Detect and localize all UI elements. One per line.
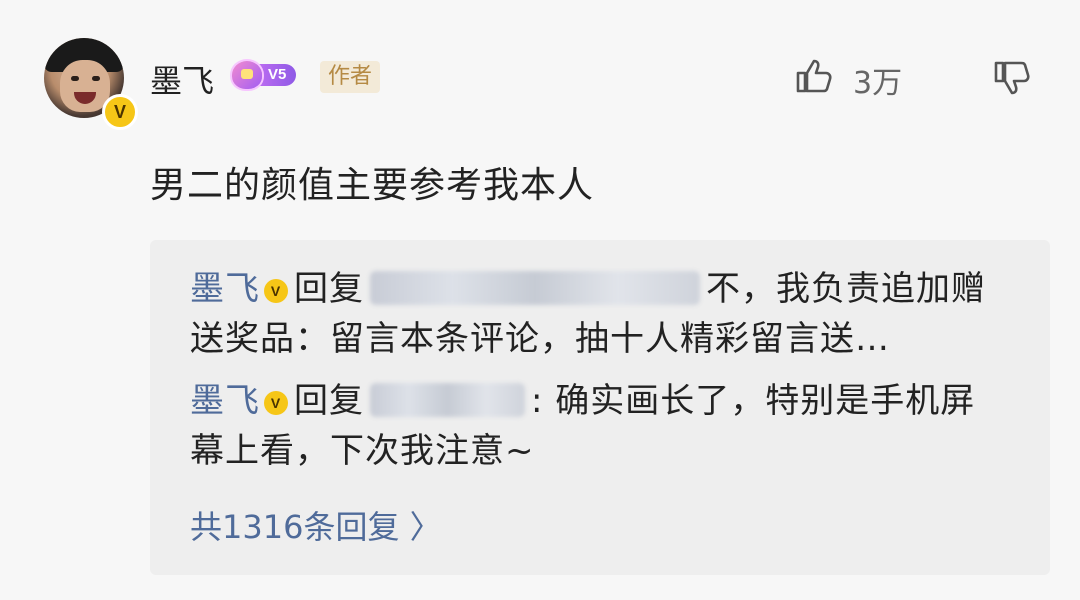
reply-verb: 回复	[294, 269, 364, 309]
avatar-eye	[92, 76, 100, 81]
avatar-eye	[71, 76, 79, 81]
thumbs-down-icon[interactable]	[992, 58, 1032, 98]
reply-item[interactable]: 墨飞 V 回复: 确实画长了，特别是手机屏幕上看，下次我注意~	[190, 376, 1010, 476]
thumbs-up-icon[interactable]	[794, 56, 834, 96]
verified-badge-icon: V	[102, 94, 138, 130]
level-shield-icon	[232, 61, 262, 89]
comment-text: 男二的颜值主要参考我本人	[150, 165, 595, 206]
verified-badge-icon: V	[264, 279, 288, 303]
comment-username[interactable]: 墨飞	[150, 56, 214, 102]
reply-author[interactable]: 墨飞	[190, 381, 260, 421]
verified-badge-icon: V	[264, 391, 288, 415]
blurred-username	[370, 382, 525, 417]
reply-verb: 回复	[294, 381, 364, 421]
like-count: 3万	[853, 66, 903, 101]
view-more-replies-link[interactable]: 共1316条回复 〉	[190, 502, 442, 548]
reply-item[interactable]: 墨飞 V 回复 不，我负责追加赠送奖品：留言本条评论，抽十人精彩留言送…	[190, 264, 1010, 364]
reply-author[interactable]: 墨飞	[190, 269, 260, 309]
author-tag: 作者	[320, 61, 381, 93]
replies-panel: 墨飞 V 回复 不，我负责追加赠送奖品：留言本条评论，抽十人精彩留言送… 墨飞 V 回复:…	[150, 240, 1050, 575]
level-badge: V5	[232, 61, 297, 89]
blurred-username	[370, 270, 700, 305]
